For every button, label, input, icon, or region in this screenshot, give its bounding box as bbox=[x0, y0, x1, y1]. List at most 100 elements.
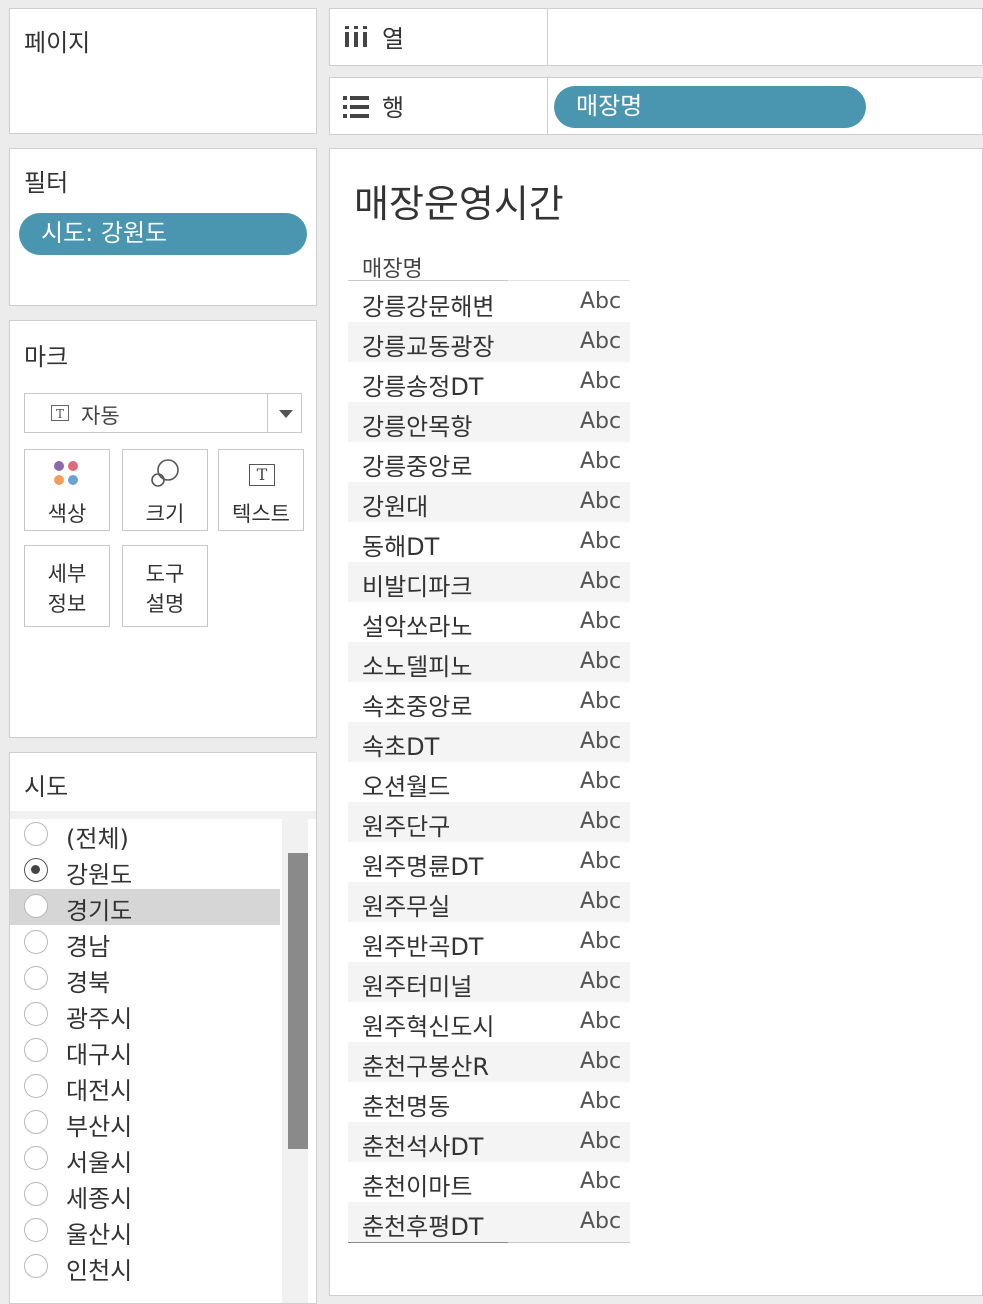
sido-option-list[interactable]: (전체) 강원도 경기도 경남 경북 광주시 대구시 대전시 부산시 서울시 세종시 울산시 인천시 bbox=[10, 817, 282, 1303]
color-button[interactable]: 색상 bbox=[24, 449, 110, 531]
radio-icon[interactable] bbox=[24, 1074, 48, 1098]
value-cell[interactable]: Abc bbox=[580, 689, 621, 714]
table-row[interactable]: 비발디파크 Abc bbox=[348, 562, 630, 602]
value-cell[interactable]: Abc bbox=[580, 729, 621, 754]
table-row[interactable]: 원주단구 Abc bbox=[348, 802, 630, 842]
value-cell[interactable]: Abc bbox=[580, 649, 621, 674]
table-row[interactable]: 원주반곡DT Abc bbox=[348, 922, 630, 962]
filter-pill-sido[interactable]: 시도: 강원도 bbox=[19, 213, 307, 255]
value-cell[interactable]: Abc bbox=[580, 1009, 621, 1034]
value-cell[interactable]: Abc bbox=[580, 409, 621, 434]
table-row[interactable]: 소노델피노 Abc bbox=[348, 642, 630, 682]
sido-option[interactable]: 광주시 bbox=[10, 997, 280, 1033]
scrollbar-thumb[interactable] bbox=[288, 853, 308, 1149]
store-name-cell[interactable]: 동해DT bbox=[362, 527, 439, 562]
value-cell[interactable]: Abc bbox=[580, 369, 621, 394]
radio-icon[interactable] bbox=[24, 822, 48, 846]
store-name-cell[interactable]: 원주혁신도시 bbox=[362, 1007, 494, 1042]
sido-option[interactable]: 인천시 bbox=[10, 1249, 280, 1285]
store-name-cell[interactable]: 속초DT bbox=[362, 727, 439, 762]
value-cell[interactable]: Abc bbox=[580, 1089, 621, 1114]
store-name-cell[interactable]: 춘천석사DT bbox=[362, 1127, 483, 1162]
sido-option[interactable]: 경남 bbox=[10, 925, 280, 961]
store-name-cell[interactable]: 강릉안목항 bbox=[362, 407, 472, 442]
table-row[interactable]: 원주무실 Abc bbox=[348, 882, 630, 922]
table-row[interactable]: 춘천후평DT Abc bbox=[348, 1202, 630, 1242]
pages-card[interactable]: 페이지 bbox=[9, 8, 317, 134]
sido-option[interactable]: 울산시 bbox=[10, 1213, 280, 1249]
table-row[interactable]: 강릉안목항 Abc bbox=[348, 402, 630, 442]
radio-icon[interactable] bbox=[24, 1002, 48, 1026]
store-name-cell[interactable]: 원주단구 bbox=[362, 807, 450, 842]
value-cell[interactable]: Abc bbox=[580, 329, 621, 354]
radio-icon[interactable] bbox=[24, 1110, 48, 1134]
store-name-cell[interactable]: 강릉강문해변 bbox=[362, 287, 494, 322]
value-cell[interactable]: Abc bbox=[580, 449, 621, 474]
sido-option[interactable]: 강원도 bbox=[10, 853, 280, 889]
radio-icon[interactable] bbox=[24, 894, 48, 918]
store-name-cell[interactable]: 강릉중앙로 bbox=[362, 447, 472, 482]
table-row[interactable]: 속초중앙로 Abc bbox=[348, 682, 630, 722]
sido-option[interactable]: 경북 bbox=[10, 961, 280, 997]
text-button[interactable]: T 텍스트 bbox=[218, 449, 304, 531]
table-row[interactable]: 춘천이마트 Abc bbox=[348, 1162, 630, 1202]
value-cell[interactable]: Abc bbox=[580, 609, 621, 634]
store-name-cell[interactable]: 속초중앙로 bbox=[362, 687, 472, 722]
table-row[interactable]: 춘천명동 Abc bbox=[348, 1082, 630, 1122]
sido-option[interactable]: 세종시 bbox=[10, 1177, 280, 1213]
table-row[interactable]: 오션월드 Abc bbox=[348, 762, 630, 802]
table-row[interactable]: 설악쏘라노 Abc bbox=[348, 602, 630, 642]
value-cell[interactable]: Abc bbox=[580, 489, 621, 514]
radio-icon[interactable] bbox=[24, 1038, 48, 1062]
rows-pill-store-name[interactable]: 매장명 bbox=[554, 86, 866, 128]
size-button[interactable]: 크기 bbox=[122, 449, 208, 531]
sido-option[interactable]: 부산시 bbox=[10, 1105, 280, 1141]
value-cell[interactable]: Abc bbox=[580, 569, 621, 594]
store-name-cell[interactable]: 원주반곡DT bbox=[362, 927, 483, 962]
table-row[interactable]: 강릉교동광장 Abc bbox=[348, 322, 630, 362]
store-name-cell[interactable]: 강원대 bbox=[362, 487, 428, 522]
radio-icon[interactable] bbox=[24, 930, 48, 954]
chevron-down-icon[interactable] bbox=[279, 410, 293, 418]
sido-option[interactable]: 대전시 bbox=[10, 1069, 280, 1105]
sido-option[interactable]: 경기도 bbox=[10, 889, 280, 925]
detail-button[interactable]: 세부 정보 bbox=[24, 545, 110, 627]
radio-selected-icon[interactable] bbox=[24, 858, 48, 882]
radio-icon[interactable] bbox=[24, 1146, 48, 1170]
store-name-cell[interactable]: 원주무실 bbox=[362, 887, 450, 922]
value-cell[interactable]: Abc bbox=[580, 289, 621, 314]
value-cell[interactable]: Abc bbox=[580, 969, 621, 994]
value-cell[interactable]: Abc bbox=[580, 1169, 621, 1194]
column-header-store-name[interactable]: 매장명 bbox=[362, 251, 423, 283]
value-cell[interactable]: Abc bbox=[580, 809, 621, 834]
value-cell[interactable]: Abc bbox=[580, 1049, 621, 1074]
value-cell[interactable]: Abc bbox=[580, 769, 621, 794]
table-row[interactable]: 동해DT Abc bbox=[348, 522, 630, 562]
store-name-cell[interactable]: 강릉교동광장 bbox=[362, 327, 494, 362]
tooltip-button[interactable]: 도구 설명 bbox=[122, 545, 208, 627]
store-name-cell[interactable]: 원주터미널 bbox=[362, 967, 472, 1002]
table-row[interactable]: 원주터미널 Abc bbox=[348, 962, 630, 1002]
store-name-cell[interactable]: 설악쏘라노 bbox=[362, 607, 472, 642]
sido-option[interactable]: 대구시 bbox=[10, 1033, 280, 1069]
store-name-cell[interactable]: 비발디파크 bbox=[362, 567, 472, 602]
table-row[interactable]: 강릉송정DT Abc bbox=[348, 362, 630, 402]
table-row[interactable]: 강릉강문해변 Abc bbox=[348, 282, 630, 322]
store-name-cell[interactable]: 춘천후평DT bbox=[362, 1207, 483, 1242]
radio-icon[interactable] bbox=[24, 1218, 48, 1242]
rows-shelf-drop[interactable]: 매장명 bbox=[547, 77, 983, 135]
table-row[interactable]: 원주혁신도시 Abc bbox=[348, 1002, 630, 1042]
mark-type-dropdown[interactable]: T 자동 bbox=[24, 393, 302, 433]
value-cell[interactable]: Abc bbox=[580, 529, 621, 554]
table-row[interactable]: 강원대 Abc bbox=[348, 482, 630, 522]
value-cell[interactable]: Abc bbox=[580, 889, 621, 914]
store-name-cell[interactable]: 춘천구봉산R bbox=[362, 1047, 489, 1082]
table-row[interactable]: 속초DT Abc bbox=[348, 722, 630, 762]
value-cell[interactable]: Abc bbox=[580, 1129, 621, 1154]
filters-card[interactable]: 필터 시도: 강원도 bbox=[9, 148, 317, 306]
sido-option[interactable]: (전체) bbox=[10, 817, 280, 853]
table-row[interactable]: 춘천구봉산R Abc bbox=[348, 1042, 630, 1082]
value-cell[interactable]: Abc bbox=[580, 1209, 621, 1234]
store-name-cell[interactable]: 춘천명동 bbox=[362, 1087, 450, 1122]
store-name-cell[interactable]: 소노델피노 bbox=[362, 647, 472, 682]
